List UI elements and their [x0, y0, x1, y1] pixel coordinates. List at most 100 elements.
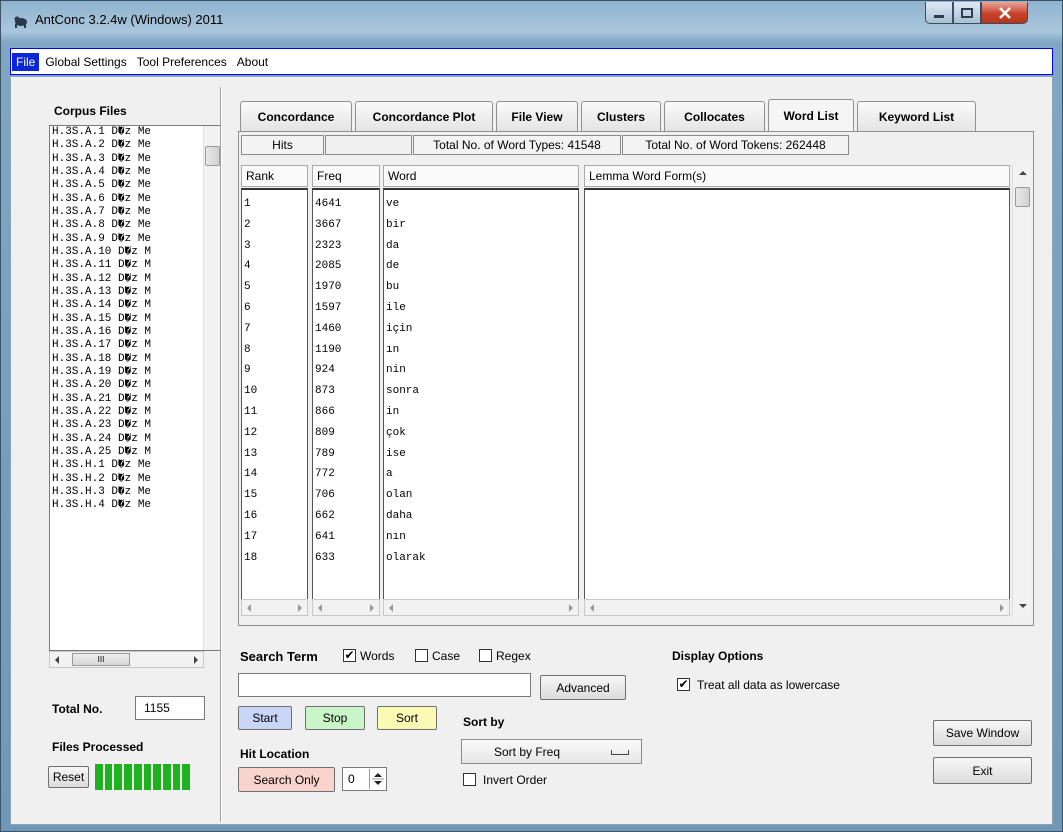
- scroll-right-icon[interactable]: [568, 604, 574, 612]
- word-cell[interactable]: da: [384, 236, 578, 257]
- corpus-file-item[interactable]: H.3S.A.23 D�z M: [50, 419, 200, 432]
- reset-button[interactable]: Reset: [48, 766, 89, 788]
- exit-button[interactable]: Exit: [933, 757, 1032, 784]
- corpus-file-item[interactable]: H.3S.A.11 D�z M: [50, 259, 200, 272]
- save-window-button[interactable]: Save Window: [933, 720, 1032, 746]
- corpus-file-item[interactable]: H.3S.A.19 D�z M: [50, 366, 200, 379]
- corpus-file-item[interactable]: H.3S.A.10 D�z M: [50, 246, 200, 259]
- title-bar[interactable]: AntConc 3.2.4w (Windows) 2011: [1, 1, 1062, 41]
- word-column[interactable]: ve bir da de bu ile için ın nin sonra in çok ise a ola…: [383, 188, 579, 600]
- word-cell[interactable]: de: [384, 256, 578, 277]
- rank-column[interactable]: 1 2 3 4 5 6 7 8 9 10 11 12 13 14 15 16 17 18: [241, 188, 308, 600]
- corpus-file-item[interactable]: H.3S.A.6 D�z Me: [50, 193, 200, 206]
- freq-cell[interactable]: 3667: [313, 215, 379, 236]
- corpus-file-item[interactable]: H.3S.H.4 D�z Me: [50, 499, 200, 512]
- corpus-file-item[interactable]: H.3S.H.3 D�z Me: [50, 486, 200, 499]
- sort-by-select[interactable]: Sort by Freq: [461, 739, 642, 764]
- corpus-files-list[interactable]: H.3S.A.1 D�z Me H.3S.A.2 D�z Me H.3S.A.3 D…: [49, 125, 221, 651]
- corpus-list-scroll-thumb[interactable]: [205, 146, 220, 166]
- col-header-freq[interactable]: Freq: [312, 165, 380, 187]
- freq-cell[interactable]: 641: [313, 527, 379, 548]
- tab-concordance[interactable]: Concordance: [240, 101, 352, 131]
- panel-divider[interactable]: [220, 87, 222, 822]
- scroll-right-icon[interactable]: [999, 604, 1005, 612]
- word-cell[interactable]: sonra: [384, 381, 578, 402]
- spinner-updown-icon[interactable]: [370, 769, 386, 789]
- scroll-right-icon[interactable]: [297, 604, 303, 612]
- scroll-right-icon[interactable]: [369, 604, 375, 612]
- maximize-button[interactable]: [953, 2, 981, 24]
- rank-cell[interactable]: 14: [242, 464, 307, 485]
- rank-cell[interactable]: 10: [242, 381, 307, 402]
- start-button[interactable]: Start: [238, 706, 292, 730]
- corpus-file-item[interactable]: H.3S.A.8 D�z Me: [50, 219, 200, 232]
- menu-tool-preferences[interactable]: Tool Preferences: [133, 53, 231, 71]
- corpus-file-item[interactable]: H.3S.A.9 D�z Me: [50, 233, 200, 246]
- corpus-file-item[interactable]: H.3S.A.24 D�z M: [50, 433, 200, 446]
- tab-word-list[interactable]: Word List: [768, 99, 854, 132]
- corpus-file-item[interactable]: H.3S.A.20 D�z M: [50, 379, 200, 392]
- freq-cell[interactable]: 809: [313, 423, 379, 444]
- menu-about[interactable]: About: [233, 53, 272, 71]
- corpus-file-item[interactable]: H.3S.A.17 D�z M: [50, 339, 200, 352]
- corpus-list-vscrollbar[interactable]: [203, 126, 220, 650]
- word-cell[interactable]: daha: [384, 506, 578, 527]
- word-cell[interactable]: ile: [384, 298, 578, 319]
- word-cell[interactable]: ve: [384, 194, 578, 215]
- freq-cell[interactable]: 772: [313, 464, 379, 485]
- word-cell[interactable]: bu: [384, 277, 578, 298]
- corpus-file-item[interactable]: H.3S.A.12 D�z M: [50, 273, 200, 286]
- freq-column[interactable]: 4641 3667 2323 2085 1970 1597 1460 1190 924 873 86…: [312, 188, 380, 600]
- word-cell[interactable]: için: [384, 319, 578, 340]
- regex-checkbox[interactable]: [479, 649, 492, 662]
- rank-cell[interactable]: 11: [242, 402, 307, 423]
- freq-cell[interactable]: 924: [313, 360, 379, 381]
- scroll-up-icon[interactable]: [1018, 170, 1028, 176]
- corpus-file-item[interactable]: H.3S.A.18 D�z M: [50, 353, 200, 366]
- minimize-button[interactable]: [925, 2, 953, 24]
- sort-button[interactable]: Sort: [377, 706, 437, 730]
- words-checkbox[interactable]: ✔: [343, 649, 356, 662]
- rank-cell[interactable]: 4: [242, 256, 307, 277]
- freq-cell[interactable]: 1597: [313, 298, 379, 319]
- results-vscrollbar[interactable]: [1012, 165, 1031, 617]
- word-cell[interactable]: nin: [384, 360, 578, 381]
- search-only-button[interactable]: Search Only: [238, 767, 335, 792]
- case-checkbox[interactable]: [415, 649, 428, 662]
- corpus-list-hscroll-thumb[interactable]: III: [72, 653, 130, 666]
- hit-location-spinner[interactable]: 0: [342, 767, 387, 791]
- freq-cell[interactable]: 1190: [313, 340, 379, 361]
- corpus-file-item[interactable]: H.3S.A.1 D�z Me: [50, 126, 200, 139]
- rank-cell[interactable]: 6: [242, 298, 307, 319]
- tab-concordance-plot[interactable]: Concordance Plot: [355, 101, 493, 131]
- corpus-file-item[interactable]: H.3S.A.7 D�z Me: [50, 206, 200, 219]
- corpus-file-item[interactable]: H.3S.A.21 D�z M: [50, 393, 200, 406]
- word-cell[interactable]: nın: [384, 527, 578, 548]
- col-header-lemma[interactable]: Lemma Word Form(s): [584, 165, 1010, 187]
- tab-keyword-list[interactable]: Keyword List: [857, 101, 976, 131]
- rank-cell[interactable]: 3: [242, 236, 307, 257]
- invert-order-checkbox[interactable]: [463, 773, 476, 786]
- stop-button[interactable]: Stop: [305, 706, 365, 730]
- freq-cell[interactable]: 1970: [313, 277, 379, 298]
- corpus-file-item[interactable]: H.3S.A.14 D�z M: [50, 299, 200, 312]
- search-term-input[interactable]: [238, 673, 531, 697]
- tab-file-view[interactable]: File View: [496, 101, 578, 131]
- freq-cell[interactable]: 866: [313, 402, 379, 423]
- corpus-file-item[interactable]: H.3S.A.25 D�z M: [50, 446, 200, 459]
- lemma-column[interactable]: [584, 188, 1010, 600]
- corpus-file-item[interactable]: H.3S.A.5 D�z Me: [50, 179, 200, 192]
- scroll-left-icon[interactable]: [54, 656, 60, 664]
- scroll-down-icon[interactable]: [1018, 603, 1028, 609]
- col-header-word[interactable]: Word: [383, 165, 579, 187]
- rank-cell[interactable]: 12: [242, 423, 307, 444]
- rank-cell[interactable]: 13: [242, 444, 307, 465]
- word-cell[interactable]: olan: [384, 485, 578, 506]
- corpus-file-item[interactable]: H.3S.H.1 D�z Me: [50, 459, 200, 472]
- word-cell[interactable]: çok: [384, 423, 578, 444]
- freq-cell[interactable]: 1460: [313, 319, 379, 340]
- corpus-file-item[interactable]: H.3S.A.22 D�z M: [50, 406, 200, 419]
- freq-cell[interactable]: 873: [313, 381, 379, 402]
- freq-cell[interactable]: 706: [313, 485, 379, 506]
- close-button[interactable]: [981, 2, 1028, 24]
